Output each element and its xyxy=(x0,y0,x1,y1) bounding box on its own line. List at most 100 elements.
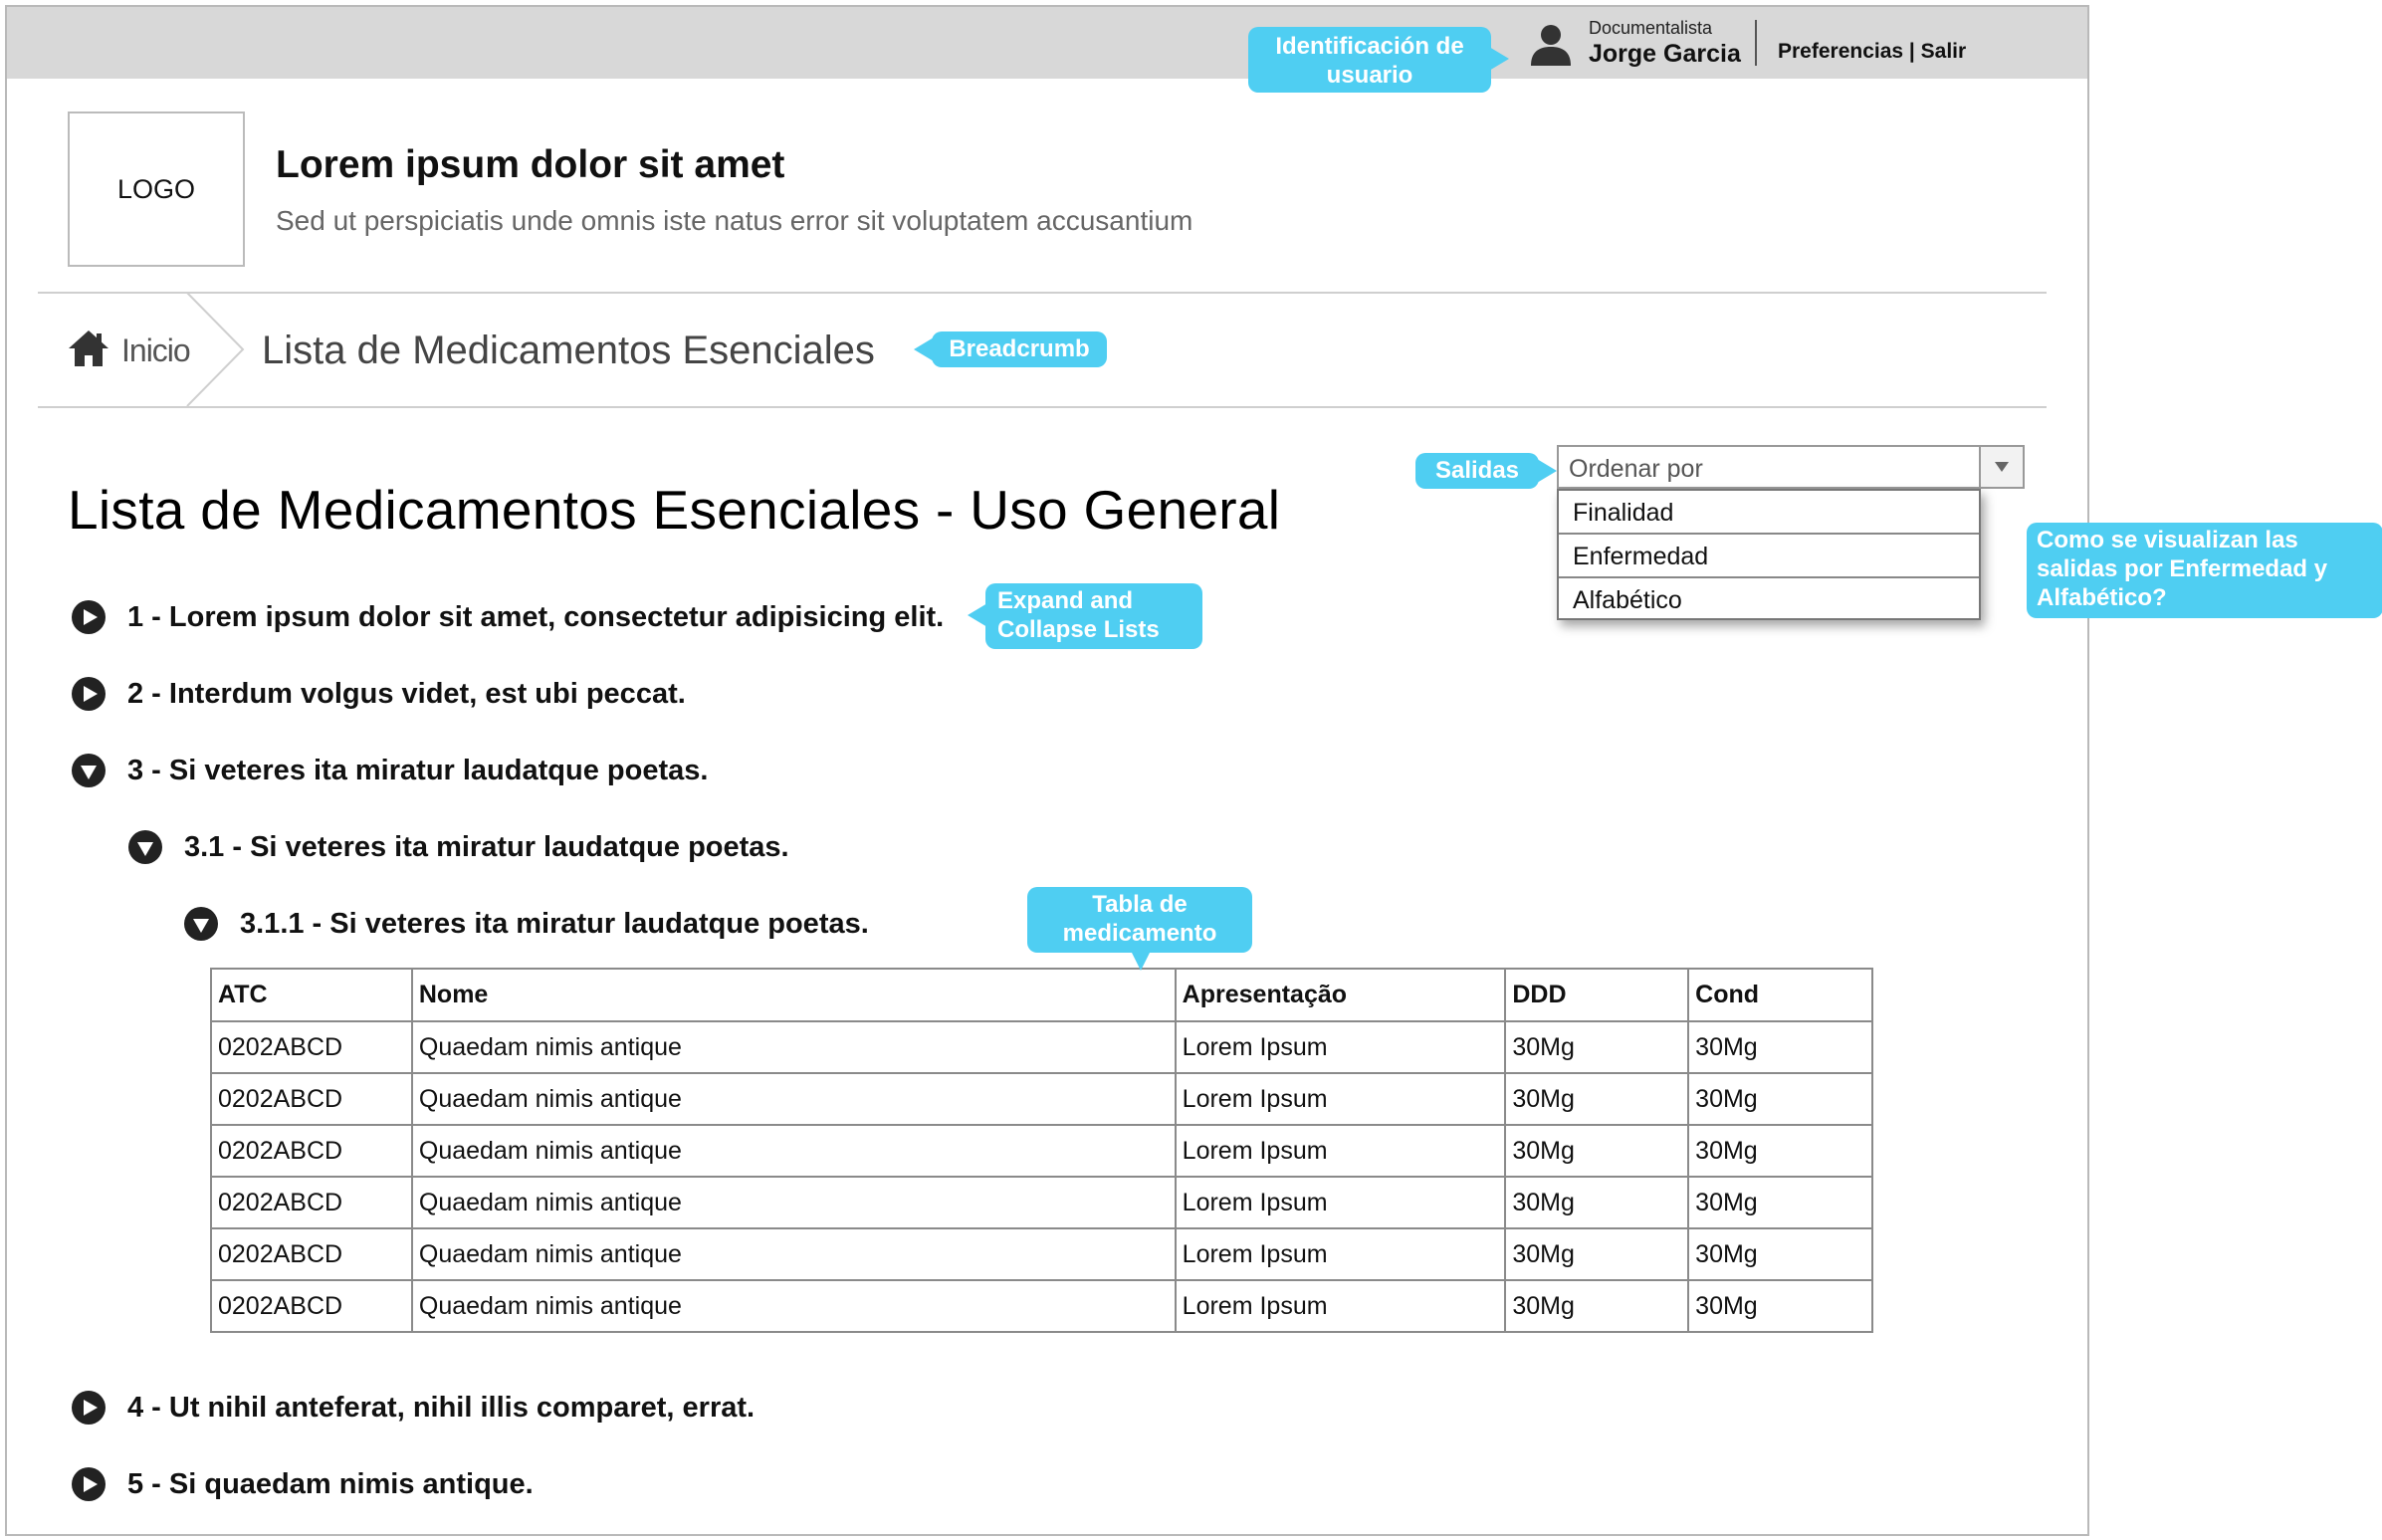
table-row[interactable]: 0202ABCD Quaedam nimis antique Lorem Ips… xyxy=(210,1227,1873,1281)
sort-option-enfermedad[interactable]: Enfermedad xyxy=(1559,535,1979,578)
annotation-text: Salidas xyxy=(1434,457,1520,484)
table-header-row: ATC Nome Apresentação DDD Cond xyxy=(210,968,1873,1022)
cell-atc: 0202ABCD xyxy=(210,1124,413,1178)
top-bar xyxy=(7,7,2087,79)
annotation-outputs: Salidas xyxy=(1415,453,1557,489)
tree-item-3-1[interactable]: 3.1 - Si veteres ita miratur laudatque p… xyxy=(128,830,789,864)
cell-nome: Quaedam nimis antique xyxy=(410,1227,1177,1281)
cell-apresentacao: Lorem Ipsum xyxy=(1174,1072,1507,1126)
sort-option-alfabetico[interactable]: Alfabético xyxy=(1559,578,1979,622)
cell-nome: Quaedam nimis antique xyxy=(410,1124,1177,1178)
annotation-text: Breadcrumb xyxy=(949,335,1090,362)
breadcrumb-home[interactable]: Inicio xyxy=(121,332,191,369)
tree-item-label: 3.1.1 - Si veteres ita miratur laudatque… xyxy=(240,907,869,940)
cell-cond: 30Mg xyxy=(1687,1072,1873,1126)
cell-nome: Quaedam nimis antique xyxy=(410,1279,1177,1333)
tree-item-label: 1 - Lorem ipsum dolor sit amet, consecte… xyxy=(127,600,945,633)
user-name: Jorge Garcia xyxy=(1589,40,1741,68)
tree-item-label: 2 - Interdum volgus videt, est ubi pecca… xyxy=(127,677,686,710)
sort-options-list: Finalidad Enfermedad Alfabético xyxy=(1557,489,1981,620)
home-icon[interactable] xyxy=(68,329,109,368)
expand-icon[interactable] xyxy=(72,600,106,634)
preferences-link[interactable]: Preferencias xyxy=(1778,40,1903,63)
tree-item-3-1-1[interactable]: 3.1.1 - Si veteres ita miratur laudatque… xyxy=(184,907,869,941)
table-row[interactable]: 0202ABCD Quaedam nimis antique Lorem Ips… xyxy=(210,1072,1873,1126)
annotation-text: Expand and Collapse Lists xyxy=(997,587,1160,643)
cell-atc: 0202ABCD xyxy=(210,1176,413,1229)
table-row[interactable]: 0202ABCD Quaedam nimis antique Lorem Ips… xyxy=(210,1124,1873,1178)
cell-atc: 0202ABCD xyxy=(210,1020,413,1074)
annotation-user-id: Identificación de usuario xyxy=(1248,27,1509,93)
cell-atc: 0202ABCD xyxy=(210,1279,413,1333)
cell-ddd: 30Mg xyxy=(1504,1227,1690,1281)
annotation-expand-collapse: Expand and Collapse Lists xyxy=(968,583,1202,649)
sort-dropdown[interactable]: Ordenar por xyxy=(1557,445,2025,489)
tree-item-1[interactable]: 1 - Lorem ipsum dolor sit amet, consecte… xyxy=(72,600,944,634)
column-header[interactable]: Apresentação xyxy=(1174,968,1507,1022)
cell-ddd: 30Mg xyxy=(1504,1072,1690,1126)
annotation-text: Tabla de medicamento xyxy=(1062,891,1217,947)
tree-item-5[interactable]: 5 - Si quaedam nimis antique. xyxy=(72,1467,534,1501)
cell-cond: 30Mg xyxy=(1687,1020,1873,1074)
table-row[interactable]: 0202ABCD Quaedam nimis antique Lorem Ips… xyxy=(210,1279,1873,1333)
column-header[interactable]: Cond xyxy=(1687,968,1873,1022)
link-separator: | xyxy=(1903,40,1921,63)
collapse-icon[interactable] xyxy=(72,754,106,787)
breadcrumb-separator-icon xyxy=(186,293,245,406)
tree-item-3[interactable]: 3 - Si veteres ita miratur laudatque poe… xyxy=(72,754,708,787)
divider xyxy=(1755,20,1757,66)
sort-placeholder: Ordenar por xyxy=(1569,455,1703,483)
cell-ddd: 30Mg xyxy=(1504,1176,1690,1229)
column-header[interactable]: Nome xyxy=(410,968,1177,1022)
divider xyxy=(38,292,2047,294)
annotation-table: Tabla de medicamento xyxy=(1027,887,1252,971)
breadcrumb-current: Lista de Medicamentos Esenciales xyxy=(262,329,875,372)
cell-atc: 0202ABCD xyxy=(210,1072,413,1126)
cell-cond: 30Mg xyxy=(1687,1124,1873,1178)
expand-icon[interactable] xyxy=(72,1467,106,1501)
cell-apresentacao: Lorem Ipsum xyxy=(1174,1279,1507,1333)
divider xyxy=(38,406,2047,408)
cell-cond: 30Mg xyxy=(1687,1176,1873,1229)
site-subtitle: Sed ut perspiciatis unde omnis iste natu… xyxy=(276,205,1193,236)
tree-item-label: 5 - Si quaedam nimis antique. xyxy=(127,1467,534,1500)
cell-apresentacao: Lorem Ipsum xyxy=(1174,1227,1507,1281)
column-header[interactable]: DDD xyxy=(1504,968,1690,1022)
cell-nome: Quaedam nimis antique xyxy=(410,1020,1177,1074)
column-header[interactable]: ATC xyxy=(210,968,413,1022)
chevron-down-icon[interactable] xyxy=(1979,447,2023,487)
user-role: Documentalista xyxy=(1589,18,1713,38)
expand-icon[interactable] xyxy=(72,677,106,711)
logout-link[interactable]: Salir xyxy=(1921,40,1967,63)
tree-item-2[interactable]: 2 - Interdum volgus videt, est ubi pecca… xyxy=(72,677,686,711)
site-title: Lorem ipsum dolor sit amet xyxy=(276,143,785,186)
cell-ddd: 30Mg xyxy=(1504,1279,1690,1333)
logo[interactable]: LOGO xyxy=(68,111,245,267)
cell-apresentacao: Lorem Ipsum xyxy=(1174,1020,1507,1074)
annotation-breadcrumb: Breadcrumb xyxy=(914,331,1107,367)
cell-nome: Quaedam nimis antique xyxy=(410,1072,1177,1126)
cell-ddd: 30Mg xyxy=(1504,1020,1690,1074)
table-row[interactable]: 0202ABCD Quaedam nimis antique Lorem Ips… xyxy=(210,1020,1873,1074)
user-links: Preferencias | Salir xyxy=(1778,40,1966,64)
expand-icon[interactable] xyxy=(72,1391,106,1425)
medication-table: ATC Nome Apresentação DDD Cond 0202ABCD … xyxy=(210,968,1873,1333)
annotation-text: Como se visualizan las salidas por Enfer… xyxy=(2037,527,2328,611)
cell-cond: 30Mg xyxy=(1687,1279,1873,1333)
table-row[interactable]: 0202ABCD Quaedam nimis antique Lorem Ips… xyxy=(210,1176,1873,1229)
cell-cond: 30Mg xyxy=(1687,1227,1873,1281)
tree-item-label: 3.1 - Si veteres ita miratur laudatque p… xyxy=(184,830,789,863)
user-icon xyxy=(1531,25,1571,66)
tree-item-4[interactable]: 4 - Ut nihil anteferat, nihil illis comp… xyxy=(72,1391,755,1425)
sort-option-finalidad[interactable]: Finalidad xyxy=(1559,491,1979,535)
tree-item-label: 3 - Si veteres ita miratur laudatque poe… xyxy=(127,754,709,786)
cell-apresentacao: Lorem Ipsum xyxy=(1174,1176,1507,1229)
annotation-text: Identificación de usuario xyxy=(1275,33,1464,89)
collapse-icon[interactable] xyxy=(184,907,218,941)
cell-apresentacao: Lorem Ipsum xyxy=(1174,1124,1507,1178)
collapse-icon[interactable] xyxy=(128,830,162,864)
cell-nome: Quaedam nimis antique xyxy=(410,1176,1177,1229)
page-title: Lista de Medicamentos Esenciales - Uso G… xyxy=(68,479,1281,541)
cell-atc: 0202ABCD xyxy=(210,1227,413,1281)
tree-item-label: 4 - Ut nihil anteferat, nihil illis comp… xyxy=(127,1391,756,1424)
